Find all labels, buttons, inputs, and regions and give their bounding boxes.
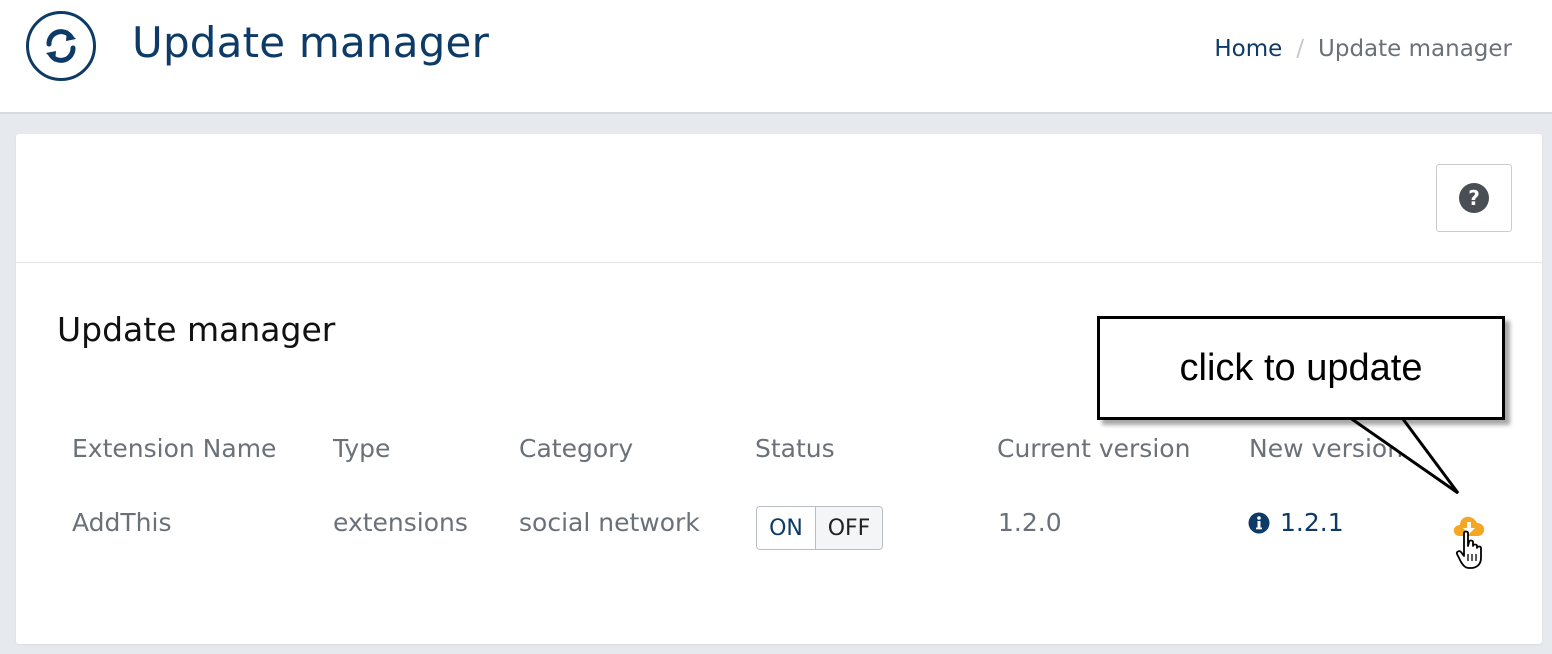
panel-header: ? (16, 134, 1542, 263)
status-toggle-on[interactable]: ON (757, 507, 816, 549)
column-header-extension-name: Extension Name (72, 434, 277, 463)
cell-category: social network (519, 508, 700, 537)
breadcrumb: Home / Update manager (1214, 36, 1512, 62)
question-circle-icon: ? (1459, 183, 1489, 213)
refresh-icon (26, 11, 96, 81)
column-header-type: Type (333, 434, 391, 463)
cell-new-version: 1.2.1 (1248, 508, 1344, 537)
status-toggle[interactable]: ON OFF (756, 506, 883, 550)
breadcrumb-separator: / (1296, 36, 1305, 62)
top-bar: Update manager Home / Update manager (0, 0, 1552, 114)
column-header-current-version: Current version (997, 434, 1191, 463)
svg-text:?: ? (1468, 186, 1480, 210)
info-circle-icon[interactable] (1248, 512, 1270, 534)
callout-text: click to update (1179, 346, 1423, 389)
page-title: Update manager (132, 18, 490, 67)
breadcrumb-home-link[interactable]: Home (1214, 36, 1282, 62)
cell-extension-name: AddThis (72, 508, 172, 537)
callout-box: click to update (1097, 316, 1505, 420)
cell-current-version: 1.2.0 (998, 508, 1062, 537)
breadcrumb-current: Update manager (1318, 36, 1512, 62)
cell-type: extensions (333, 508, 468, 537)
column-header-status: Status (755, 434, 835, 463)
hand-pointer-icon (1455, 530, 1482, 569)
status-toggle-off[interactable]: OFF (816, 507, 882, 549)
column-header-category: Category (519, 434, 634, 463)
help-button[interactable]: ? (1436, 164, 1512, 232)
new-version-value: 1.2.1 (1280, 508, 1344, 537)
section-title: Update manager (57, 310, 336, 349)
